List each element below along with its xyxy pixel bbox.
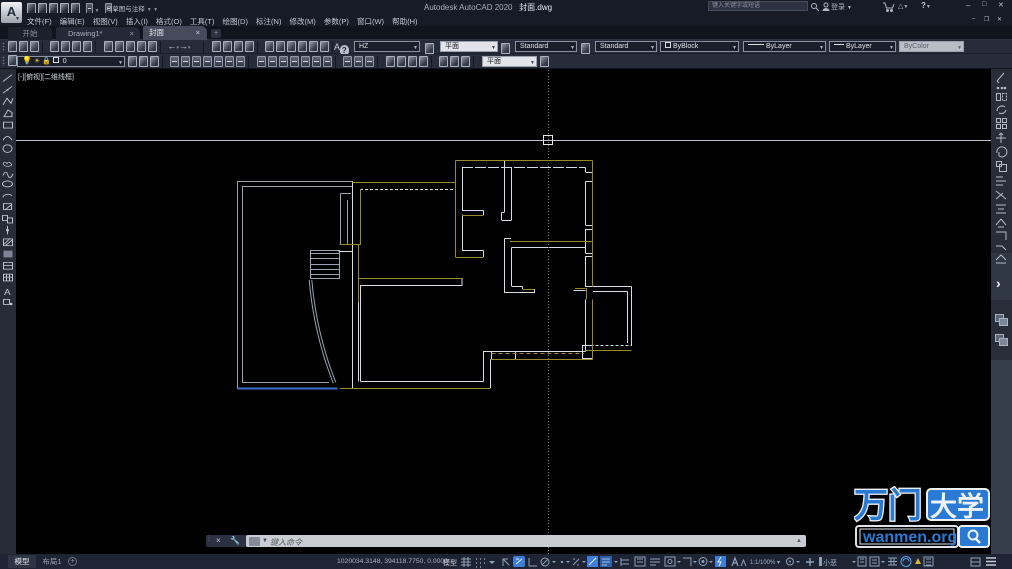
svg-text:wanmen.org: wanmen.org — [862, 529, 957, 546]
svg-text:大学: 大学 — [930, 491, 984, 522]
svg-text:万门: 万门 — [854, 487, 922, 525]
